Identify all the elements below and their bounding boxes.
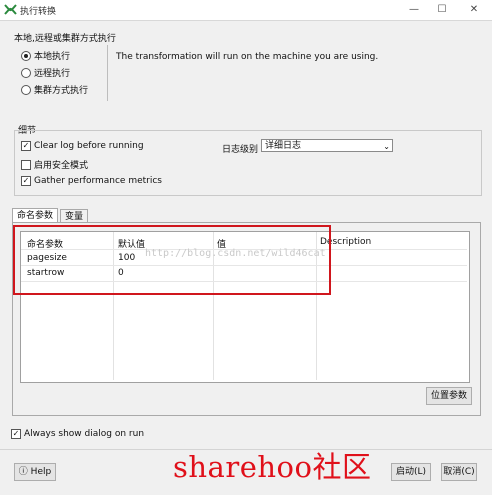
help-button-label: Help	[30, 467, 52, 477]
position-params-button[interactable]: 位置参数	[426, 387, 472, 405]
highlight-box	[13, 225, 331, 295]
help-icon: ⓘ	[18, 467, 28, 477]
radio-remote-indicator[interactable]	[21, 67, 31, 78]
chevron-down-icon: ⌄	[383, 142, 390, 151]
maximize-button[interactable]: ☐	[428, 2, 456, 18]
help-button[interactable]: ⓘ Help	[14, 463, 56, 481]
radio-remote-label: 远程执行	[34, 69, 71, 79]
dialog-window: 执行转换 — ☐ ✕ 本地,远程或集群方式执行 本地执行 远程执行 集群方式执行…	[0, 0, 492, 495]
gather-metrics-label: Gather performance metrics	[34, 176, 162, 186]
log-level-select[interactable]: 详细日志 ⌄	[261, 139, 393, 152]
title-bar: 执行转换 — ☐ ✕	[0, 0, 492, 21]
close-button[interactable]: ✕	[460, 2, 488, 18]
clear-log-box[interactable]: ✓	[21, 141, 31, 151]
tab-named-params[interactable]: 命名参数	[12, 208, 59, 223]
log-level-value: 详细日志	[265, 141, 302, 151]
radio-local-label: 本地执行	[34, 52, 71, 62]
cancel-button[interactable]: 取消(C)	[441, 463, 477, 481]
gather-metrics-checkbox[interactable]: ✓ Gather performance metrics	[21, 176, 162, 186]
safe-mode-box[interactable]	[21, 159, 31, 170]
always-show-label: Always show dialog on run	[24, 429, 145, 439]
launch-button[interactable]: 启动(L)	[391, 463, 431, 481]
radio-remote[interactable]: 远程执行	[21, 66, 70, 79]
safe-mode-checkbox[interactable]: 启用安全模式	[21, 158, 88, 171]
radio-cluster[interactable]: 集群方式执行	[21, 83, 88, 96]
execution-separator	[107, 45, 108, 101]
log-level-label: 日志级别	[222, 145, 259, 155]
execution-description: The transformation will run on the machi…	[116, 52, 379, 62]
always-show-checkbox[interactable]: ✓ Always show dialog on run	[11, 429, 144, 439]
sharehoo-overlay-text: sharehoo社区	[173, 450, 372, 484]
clear-log-checkbox[interactable]: ✓ Clear log before running	[21, 141, 144, 151]
tab-variables[interactable]: 变量	[60, 209, 89, 223]
minimize-button[interactable]: —	[400, 2, 428, 18]
always-show-box[interactable]: ✓	[11, 429, 21, 439]
gather-metrics-box[interactable]: ✓	[21, 176, 31, 186]
radio-cluster-label: 集群方式执行	[34, 86, 89, 96]
safe-mode-label: 启用安全模式	[34, 161, 89, 171]
radio-local-indicator[interactable]	[21, 50, 31, 61]
app-icon	[4, 3, 17, 16]
radio-local[interactable]: 本地执行	[21, 49, 70, 62]
window-title: 执行转换	[20, 7, 57, 17]
radio-cluster-indicator[interactable]	[21, 84, 31, 95]
clear-log-label: Clear log before running	[34, 141, 144, 151]
